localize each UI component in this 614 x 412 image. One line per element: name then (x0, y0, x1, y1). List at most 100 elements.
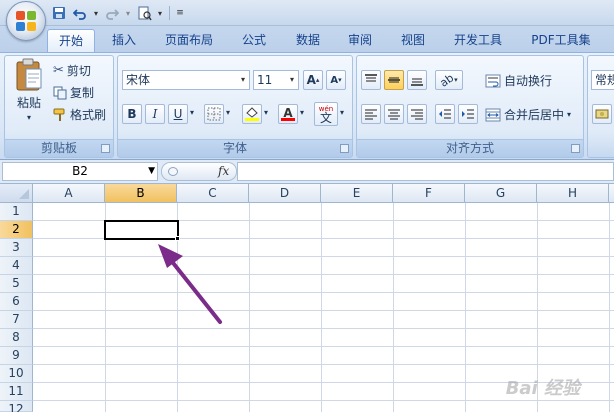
tab-home[interactable]: 开始 (47, 29, 95, 52)
align-right-button[interactable] (407, 104, 427, 124)
redo-dropdown-icon[interactable]: ▾ (124, 4, 132, 22)
align-middle-button[interactable] (384, 70, 404, 90)
currency-icon (595, 109, 609, 119)
row-header-5[interactable]: 5 (0, 275, 33, 293)
tab-insert[interactable]: 插入 (100, 29, 148, 52)
fill-color-button[interactable] (242, 104, 262, 124)
select-all-corner[interactable] (0, 184, 33, 203)
font-color-button[interactable]: A (278, 104, 298, 124)
tab-review[interactable]: 审阅 (336, 29, 384, 52)
decrease-indent-button[interactable] (435, 104, 455, 124)
column-header-g[interactable]: G (465, 184, 537, 203)
format-painter-icon (53, 108, 65, 121)
fill-bucket-icon (245, 107, 259, 121)
formula-resize-handle-icon[interactable] (168, 167, 178, 176)
align-center-button[interactable] (384, 104, 404, 124)
wrap-text-button[interactable]: 自动换行 (485, 72, 552, 89)
borders-dropdown-icon[interactable]: ▾ (226, 108, 230, 117)
print-dropdown-icon[interactable]: ▾ (156, 4, 164, 22)
paste-button[interactable]: 粘贴 ▾ (9, 58, 49, 138)
undo-dropdown-icon[interactable]: ▾ (92, 4, 100, 22)
name-box[interactable]: B2 ▼ (2, 162, 158, 181)
format-painter-button[interactable]: 格式刷 (53, 106, 106, 123)
merge-center-dropdown-icon[interactable]: ▾ (567, 110, 571, 119)
paste-label: 粘贴 (16, 96, 41, 110)
redo-icon[interactable] (103, 4, 121, 22)
tab-view[interactable]: 视图 (389, 29, 437, 52)
increase-indent-button[interactable] (458, 104, 478, 124)
column-header-b[interactable]: B (105, 184, 177, 203)
fill-color-dropdown-icon[interactable]: ▾ (264, 108, 268, 117)
shrink-font-button[interactable]: A ▾ (326, 70, 346, 90)
select-all-icon (19, 189, 29, 199)
underline-dropdown-icon[interactable]: ▾ (190, 108, 194, 117)
font-group-label: 字体 (118, 139, 352, 157)
column-header-d[interactable]: D (249, 184, 321, 203)
row-header-9[interactable]: 9 (0, 347, 33, 365)
column-header-partial[interactable] (609, 184, 614, 203)
currency-format-button[interactable] (592, 104, 612, 124)
number-format-combo[interactable]: 常规 (591, 70, 614, 90)
phonetic-button[interactable]: wén 文 (314, 102, 338, 126)
column-header-c[interactable]: C (177, 184, 249, 203)
column-header-e[interactable]: E (321, 184, 393, 203)
format-painter-label: 格式刷 (70, 108, 107, 122)
row-header-2[interactable]: 2 (0, 221, 33, 239)
font-size-dropdown-icon[interactable]: ▾ (286, 71, 298, 89)
insert-function-icon[interactable]: fx (218, 164, 229, 178)
italic-button[interactable]: I (145, 104, 165, 124)
borders-button[interactable] (204, 104, 224, 124)
font-color-dropdown-icon[interactable]: ▾ (300, 108, 304, 117)
save-icon[interactable] (50, 4, 68, 22)
font-dialog-launcher[interactable] (340, 144, 349, 153)
fill-handle[interactable] (175, 236, 180, 241)
align-right-icon (411, 109, 423, 120)
align-left-button[interactable] (361, 104, 381, 124)
orientation-button[interactable]: ab ▾ (435, 70, 463, 90)
align-middle-icon (388, 77, 400, 83)
selected-cell-b2[interactable] (104, 220, 179, 240)
tab-formulas[interactable]: 公式 (230, 29, 278, 52)
gridline (33, 274, 614, 275)
customize-qat-icon[interactable]: ≡ (175, 4, 185, 22)
tab-data[interactable]: 数据 (284, 29, 332, 52)
phonetic-dropdown-icon[interactable]: ▾ (340, 108, 344, 117)
cut-button[interactable]: ✂ 剪切 (53, 62, 91, 79)
row-header-8[interactable]: 8 (0, 329, 33, 347)
column-header-a[interactable]: A (33, 184, 105, 203)
tab-page-layout[interactable]: 页面布局 (156, 29, 222, 52)
merge-center-button[interactable]: 合并后居中 ▾ (485, 106, 571, 123)
grow-font-button[interactable]: A ▴ (303, 70, 323, 90)
font-size-combo[interactable]: 11 ▾ (253, 70, 299, 90)
align-top-button[interactable] (361, 70, 381, 90)
row-header-12[interactable]: 12 (0, 401, 33, 412)
office-button[interactable] (6, 1, 46, 41)
row-header-3[interactable]: 3 (0, 239, 33, 257)
bold-button[interactable]: B (122, 104, 142, 124)
alignment-dialog-launcher[interactable] (571, 144, 580, 153)
row-header-1[interactable]: 1 (0, 203, 33, 221)
underline-button[interactable]: U (168, 104, 188, 124)
orientation-icon: ab (437, 70, 457, 90)
paste-dropdown-icon[interactable]: ▾ (27, 113, 31, 122)
clipboard-dialog-launcher[interactable] (101, 144, 110, 153)
print-preview-icon[interactable] (135, 4, 153, 22)
row-header-4[interactable]: 4 (0, 257, 33, 275)
wrap-text-label: 自动换行 (504, 74, 553, 88)
row-header-6[interactable]: 6 (0, 293, 33, 311)
tab-pdf-tools[interactable]: PDF工具集 (524, 29, 598, 52)
row-header-10[interactable]: 10 (0, 365, 33, 383)
align-bottom-button[interactable] (407, 70, 427, 90)
formula-input[interactable] (237, 162, 614, 181)
column-header-h[interactable]: H (537, 184, 609, 203)
font-name-combo[interactable]: 宋体 ▾ (122, 70, 250, 90)
undo-icon[interactable] (71, 4, 89, 22)
name-box-dropdown-icon[interactable]: ▼ (148, 163, 155, 180)
row-header-7[interactable]: 7 (0, 311, 33, 329)
tab-developer[interactable]: 开发工具 (446, 29, 510, 52)
copy-button[interactable]: 复制 (53, 84, 94, 101)
font-name-dropdown-icon[interactable]: ▾ (237, 71, 249, 89)
worksheet-grid[interactable]: A B C D E F G H 1 2 3 4 5 6 7 8 9 10 11 … (0, 184, 614, 412)
column-header-f[interactable]: F (393, 184, 465, 203)
row-header-11[interactable]: 11 (0, 383, 33, 401)
